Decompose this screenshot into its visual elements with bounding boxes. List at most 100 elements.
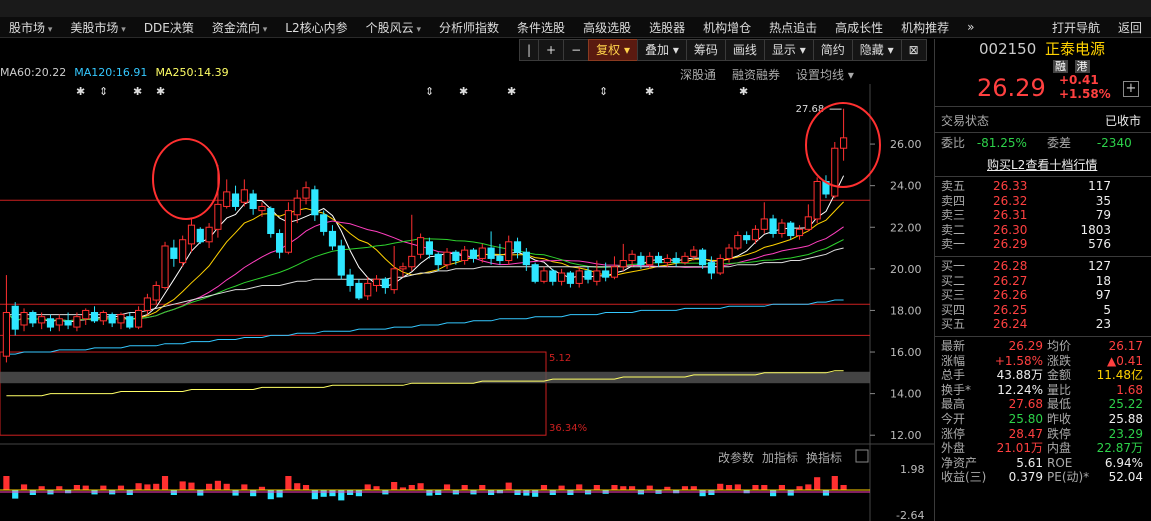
legend-ma-2: MA250:14.39 — [155, 66, 229, 79]
bid-volume: 97 — [1095, 288, 1111, 303]
candle-body — [328, 230, 337, 247]
stat-value: 25.88 — [1108, 412, 1143, 426]
menu-item-2[interactable]: DDE决策 — [135, 19, 203, 36]
event-marker-icon: ⇕ — [425, 85, 434, 98]
indicator-bar — [620, 486, 627, 490]
candle-body — [302, 187, 310, 199]
indicator-bar — [250, 490, 257, 497]
menu-item-8[interactable]: 高级选股 — [574, 19, 640, 36]
menu-item-13[interactable]: 机构推荐 — [892, 19, 958, 36]
indicator-bar — [302, 485, 310, 490]
indicator-bar — [523, 490, 530, 496]
toolbar-button-4[interactable]: 叠加 ▾ — [637, 39, 687, 61]
indicator-bar — [135, 483, 142, 490]
toolbar-button-2[interactable]: − — [563, 39, 590, 61]
candle-body — [496, 255, 504, 262]
bid-price: 26.28 — [993, 259, 1028, 273]
menu-item-7[interactable]: 条件选股 — [508, 19, 574, 36]
ask-label: 卖四 — [941, 193, 966, 208]
candle-body — [522, 251, 530, 266]
candle-body — [654, 255, 663, 264]
toolbar-button-9[interactable]: 隐藏 ▾ — [851, 39, 902, 61]
bid-volume: 5 — [1103, 302, 1111, 317]
ask-volume: 79 — [1095, 208, 1111, 223]
menu-item-9[interactable]: 选股器 — [640, 19, 694, 36]
indicator-bar — [38, 486, 45, 490]
indicator-bar — [796, 486, 803, 490]
open-navigation-button[interactable]: 打开导航 — [1043, 19, 1109, 36]
title-bar — [0, 0, 1151, 18]
indicator-bar — [752, 485, 759, 490]
toolbar-button-10[interactable]: ⊠ — [900, 39, 927, 61]
sub-link-2[interactable]: 设置均线 ▾ — [796, 68, 854, 82]
webi-value: -81.25% — [976, 136, 1027, 150]
indicator-bar — [593, 485, 600, 490]
candle-body — [249, 193, 257, 210]
candle-body — [531, 264, 539, 282]
add-watchlist-icon[interactable]: + — [1123, 81, 1139, 97]
candle-body — [293, 197, 301, 216]
menu-item-0[interactable]: 股市场 — [0, 19, 61, 36]
candle-body — [337, 245, 345, 276]
sub-link-1[interactable]: 融资融券 — [732, 68, 780, 82]
menu-item-4[interactable]: L2核心内参 — [276, 19, 356, 36]
toolbar-button-7[interactable]: 显示 ▾ — [763, 39, 814, 61]
indicator-bar — [699, 490, 706, 497]
event-marker-icon: ✱ — [459, 85, 468, 98]
ask-price: 26.31 — [993, 208, 1028, 223]
ask-label: 卖五 — [941, 179, 966, 193]
candle-body — [487, 247, 495, 259]
back-button[interactable]: 返回 — [1109, 19, 1151, 36]
menu-item-5[interactable]: 个股风云 — [357, 19, 430, 36]
menu-item-10[interactable]: 机构增仓 — [694, 19, 760, 36]
menu-item-3[interactable]: 资金流向 — [203, 19, 276, 36]
ask-volume: 35 — [1095, 193, 1111, 208]
indicator-bar — [232, 490, 239, 496]
stat-value: +1.58% — [994, 353, 1043, 368]
candle-body — [38, 316, 46, 324]
menu-item-12[interactable]: 高成长性 — [826, 19, 892, 36]
toolbar-button-8[interactable]: 简约 — [812, 39, 853, 61]
toolbar-button-1[interactable]: + — [538, 39, 565, 61]
indicator-bar — [690, 486, 697, 490]
price-tick-label: 26.00 — [890, 138, 922, 151]
indicator-link-2[interactable]: 换指标 — [806, 451, 842, 465]
indicator-bar — [197, 490, 204, 496]
candle-body — [575, 270, 583, 284]
price-tick-label: 24.00 — [890, 180, 922, 193]
last-price: 26.29 — [977, 74, 1046, 102]
candle-body — [699, 249, 707, 266]
indicator-links: 改参数 加指标 换指标 — [718, 449, 850, 466]
price-tick-label: 20.00 — [890, 263, 922, 276]
box-top-label: 5.12 — [549, 353, 571, 364]
candle-body — [196, 228, 204, 243]
stat-label: 今开 — [941, 412, 966, 426]
toolbar-button-6[interactable]: 画线 — [724, 39, 765, 61]
indicator-link-1[interactable]: 加指标 — [762, 451, 798, 465]
indicator-bar — [646, 485, 653, 490]
candle-body — [417, 237, 425, 255]
indicator-bar — [814, 477, 821, 490]
price-tick-label: 16.00 — [890, 346, 922, 359]
toolbar-button-3[interactable]: 复权 ▾ — [588, 39, 639, 61]
menu-item-1[interactable]: 美股市场 — [61, 19, 134, 36]
menu-more-icon[interactable]: » — [958, 20, 983, 34]
sub-link-0[interactable]: 深股通 — [680, 68, 716, 82]
candle-body — [276, 232, 284, 253]
candle-body — [381, 278, 389, 289]
ask-price: 26.33 — [993, 179, 1028, 193]
candle-body — [628, 253, 636, 262]
candle-body — [760, 218, 768, 230]
close-indicator-icon[interactable] — [855, 449, 869, 463]
bid-price: 26.25 — [993, 302, 1028, 317]
menu-item-6[interactable]: 分析师指数 — [430, 19, 508, 36]
toolbar-button-0[interactable]: | — [519, 39, 540, 61]
candle-body — [566, 272, 574, 284]
candle-body — [558, 272, 566, 282]
stat-label: 涨跌 — [1047, 353, 1072, 368]
menu-item-11[interactable]: 热点追击 — [760, 19, 826, 36]
l2-purchase-link[interactable]: 购买L2查看十档行情 — [987, 157, 1097, 173]
candle-body — [434, 253, 442, 266]
toolbar-button-5[interactable]: 筹码 — [685, 39, 726, 61]
indicator-link-0[interactable]: 改参数 — [718, 451, 754, 465]
